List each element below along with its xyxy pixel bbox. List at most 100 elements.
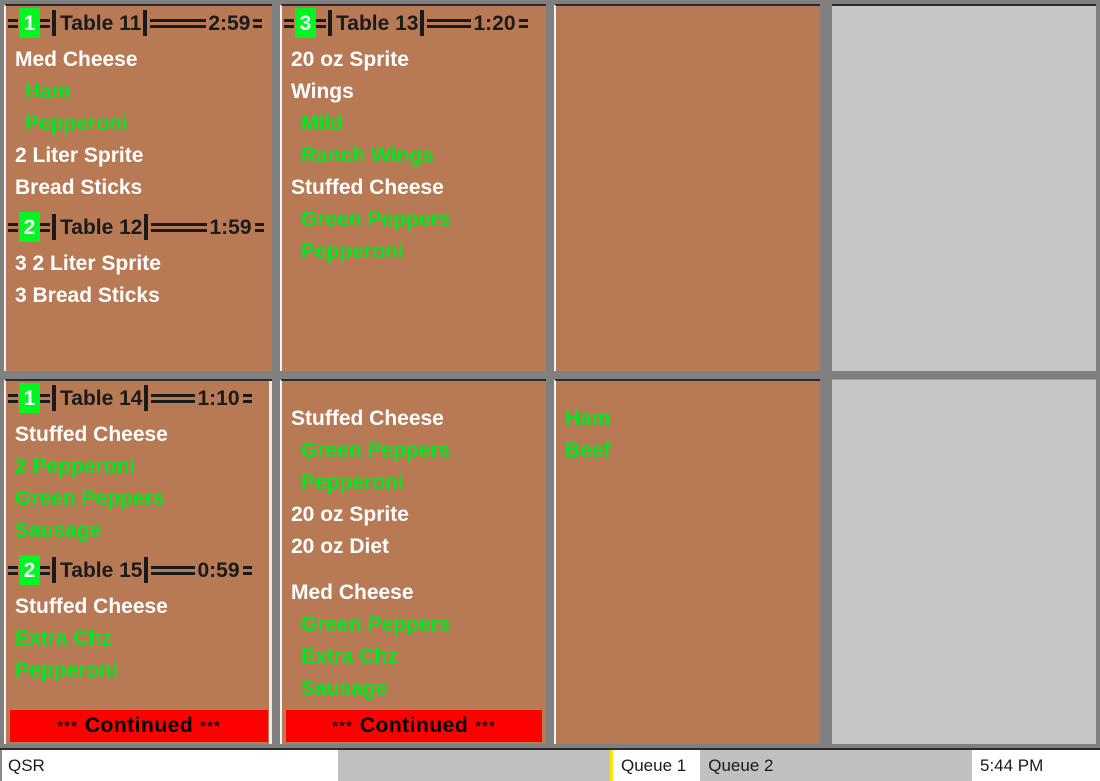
order-ticket[interactable]: 1 Table 14 1:10 Stuffed Cheese 2 Peppero… xyxy=(6,381,272,547)
app-name-field: QSR xyxy=(0,750,338,781)
header-divider-bar xyxy=(52,214,56,240)
continued-label: Continued xyxy=(359,714,469,737)
order-item: Stuffed Cheese xyxy=(291,407,444,430)
header-tick-icon xyxy=(40,18,50,28)
order-item: 3 2 Liter Sprite xyxy=(15,252,161,275)
header-rule-icon xyxy=(151,565,196,575)
header-tick-icon xyxy=(40,565,50,575)
order-item: 2 Liter Sprite xyxy=(15,144,144,167)
order-sequence-badge: 2 xyxy=(19,212,40,242)
order-cell-row2-col2[interactable]: Stuffed Cheese Green Peppers Pepperoni 2… xyxy=(280,379,546,744)
header-tick-icon xyxy=(518,18,528,28)
order-cell-row1-col3[interactable] xyxy=(554,4,820,371)
header-tick-icon xyxy=(8,222,18,232)
order-header: 2 Table 15 0:59 xyxy=(6,553,272,587)
status-bar-spacer xyxy=(787,750,972,781)
order-item-modifier: Green Peppers xyxy=(301,208,451,231)
order-item-list: Stuffed Cheese Green Peppers Pepperoni 2… xyxy=(282,381,546,705)
order-item-modifier: Pepperoni xyxy=(301,240,404,263)
header-divider-bar xyxy=(52,557,56,583)
order-item-modifier: Ham xyxy=(25,80,71,103)
order-item: 3 Bread Sticks xyxy=(15,284,160,307)
header-tick-icon xyxy=(8,18,18,28)
header-tick-icon xyxy=(242,393,252,403)
order-item-list: 20 oz Sprite Wings Mild Ranch Wings Stuf… xyxy=(282,40,546,268)
order-sequence-badge: 1 xyxy=(19,383,40,413)
order-item-modifier: Green Peppers xyxy=(15,487,165,510)
order-header: 1 Table 14 1:10 xyxy=(6,381,272,415)
header-tick-icon xyxy=(8,565,18,575)
order-item-modifier: Extra Chz xyxy=(301,645,398,668)
kitchen-display-app: 1 Table 11 2:59 Med Cheese Ham Pepperoni… xyxy=(0,0,1100,781)
order-item: Wings xyxy=(291,80,354,103)
order-label: Table 15 xyxy=(60,558,143,582)
order-label: Table 14 xyxy=(60,386,143,410)
order-cell-row2-col1[interactable]: 1 Table 14 1:10 Stuffed Cheese 2 Peppero… xyxy=(4,379,272,744)
header-divider-bar xyxy=(420,10,425,36)
queue-tab-2[interactable]: Queue 2 xyxy=(700,750,788,781)
order-item-modifier: Sausage xyxy=(15,519,102,542)
header-rule-icon xyxy=(151,222,208,232)
header-divider-bar xyxy=(52,10,56,36)
panel-edge xyxy=(269,381,272,744)
queue-tab-1[interactable]: Queue 1 xyxy=(610,750,701,781)
continued-banner: *** Continued *** xyxy=(286,710,542,742)
order-item-modifier: Green Peppers xyxy=(301,439,451,462)
order-ticket[interactable]: 2 Table 15 0:59 Stuffed Cheese Extra Chz… xyxy=(6,553,272,687)
continued-banner: *** Continued *** xyxy=(10,710,268,742)
order-ticket[interactable]: 3 Table 13 1:20 20 oz Sprite Wings Mild … xyxy=(282,6,546,268)
continued-label: Continued xyxy=(84,714,194,737)
header-tick-icon xyxy=(8,393,18,403)
order-item-modifier: Pepperoni xyxy=(301,471,404,494)
header-tick-icon xyxy=(254,222,264,232)
order-item-modifier: Beef xyxy=(565,439,611,462)
order-item-list: Stuffed Cheese 2 Pepperoni Green Peppers… xyxy=(6,415,272,547)
header-rule-icon xyxy=(427,18,472,28)
order-timer: 2:59 xyxy=(208,11,251,35)
order-cell-row1-col1[interactable]: 1 Table 11 2:59 Med Cheese Ham Pepperoni… xyxy=(4,4,272,371)
order-cell-row1-col2[interactable]: 3 Table 13 1:20 20 oz Sprite Wings Mild … xyxy=(280,4,546,371)
order-cell-row2-col4[interactable] xyxy=(832,379,1096,744)
header-tick-icon xyxy=(284,18,294,28)
order-header: 3 Table 13 1:20 xyxy=(282,6,546,40)
order-item-modifier: Ranch Wings xyxy=(301,144,434,167)
order-item: Stuffed Cheese xyxy=(291,176,444,199)
header-tick-icon xyxy=(40,393,50,403)
order-item: Stuffed Cheese xyxy=(15,423,168,446)
order-item-modifier: Mild xyxy=(301,112,343,135)
order-header: 1 Table 11 2:59 xyxy=(6,6,272,40)
order-timer: 1:10 xyxy=(197,386,240,410)
order-sequence-badge: 2 xyxy=(19,555,40,585)
order-grid: 1 Table 11 2:59 Med Cheese Ham Pepperoni… xyxy=(0,0,1100,748)
order-ticket[interactable]: 2 Table 12 1:59 3 2 Liter Sprite 3 Bread… xyxy=(6,210,272,312)
header-divider-bar xyxy=(144,214,149,240)
order-item-list: Ham Beef xyxy=(556,381,820,467)
status-bar-spacer xyxy=(338,750,610,781)
order-label: Table 11 xyxy=(60,11,142,35)
header-divider-bar xyxy=(328,10,332,36)
header-divider-bar xyxy=(144,385,149,411)
header-tick-icon xyxy=(242,565,252,575)
header-tick-icon xyxy=(316,18,326,28)
order-item-modifier: Pepperoni xyxy=(25,112,128,135)
order-item: Stuffed Cheese xyxy=(15,595,168,618)
header-divider-bar xyxy=(52,385,56,411)
order-item: 20 oz Sprite xyxy=(291,503,409,526)
order-item-modifier: Pepperoni xyxy=(15,659,118,682)
order-sequence-badge: 1 xyxy=(19,8,40,38)
order-ticket[interactable]: 1 Table 11 2:59 Med Cheese Ham Pepperoni… xyxy=(6,6,272,204)
clock-field: 5:44 PM xyxy=(972,750,1100,781)
order-item-list: Stuffed Cheese Extra Chz Pepperoni xyxy=(6,587,272,687)
continued-stars-left: *** xyxy=(57,717,78,735)
continued-stars-right: *** xyxy=(475,717,496,735)
status-bar: QSR Queue 1 Queue 2 5:44 PM xyxy=(0,748,1100,781)
header-rule-icon xyxy=(150,18,207,28)
header-divider-bar xyxy=(143,10,148,36)
order-cell-row1-col4[interactable] xyxy=(832,4,1096,371)
order-cell-row2-col3[interactable]: Ham Beef xyxy=(554,379,820,744)
order-item-modifier: Sausage xyxy=(301,677,388,700)
order-timer: 1:59 xyxy=(209,215,252,239)
order-timer: 0:59 xyxy=(197,558,240,582)
header-tick-icon xyxy=(253,18,263,28)
order-timer: 1:20 xyxy=(473,11,516,35)
